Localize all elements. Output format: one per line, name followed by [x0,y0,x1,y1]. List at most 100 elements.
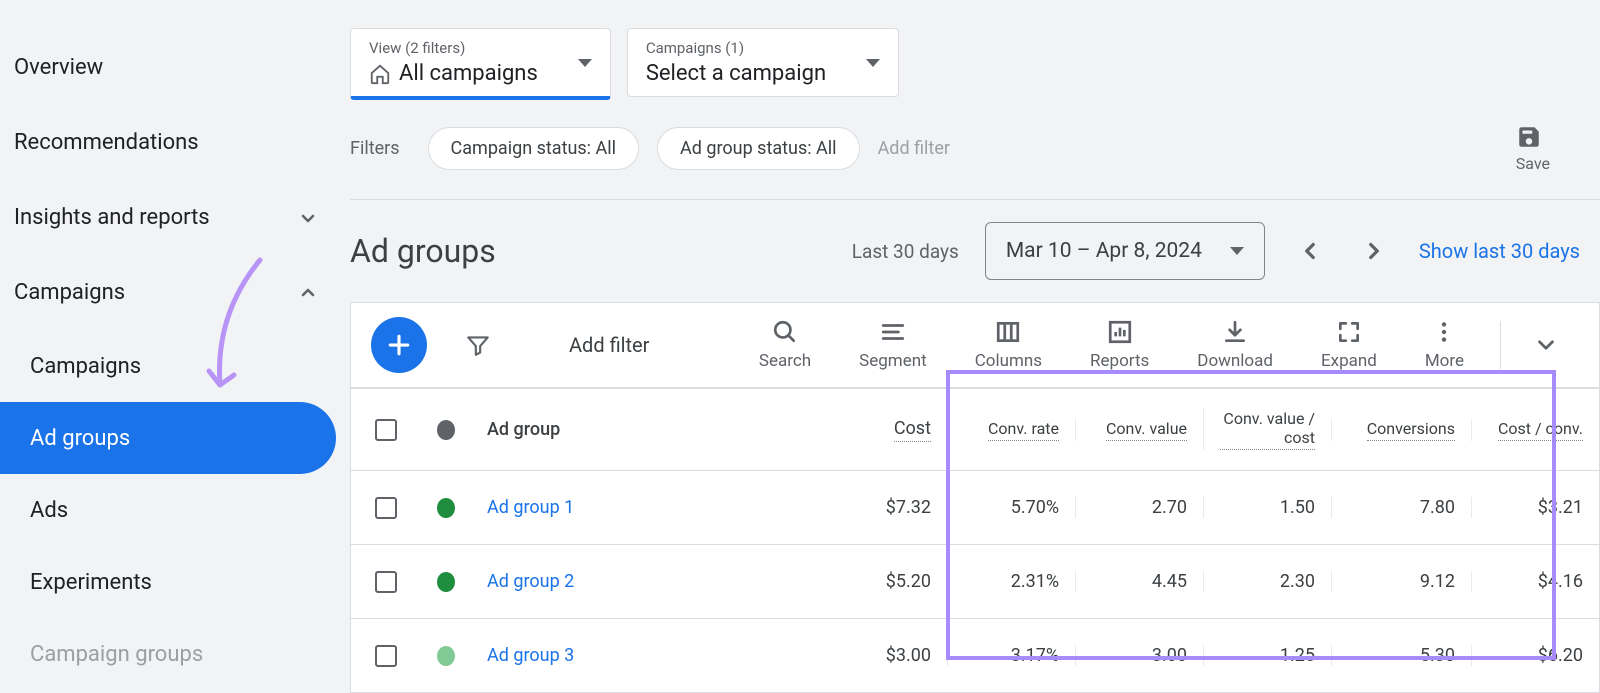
cell-conv-value-cost: 1.50 [1203,497,1331,518]
table-row: Ad group 2 $5.20 2.31% 4.45 2.30 9.12 $4… [351,544,1599,618]
date-next-button[interactable] [1355,232,1393,270]
dropdown-arrow-icon [866,59,880,67]
status-header-icon[interactable] [437,420,455,440]
more-button[interactable]: More [1401,319,1488,371]
sidebar-label: Insights and reports [14,205,210,230]
cell-conv-value: 2.70 [1075,497,1203,518]
sidebar-item-insights[interactable]: Insights and reports [0,180,340,255]
sidebar-label: Ad groups [30,426,130,451]
collapse-toolbar-button[interactable] [1513,332,1579,358]
cell-cost: $3.00 [827,645,947,666]
sidebar-label: Campaigns [14,280,125,305]
cell-conv-value-cost: 2.30 [1203,571,1331,592]
expand-button[interactable]: Expand [1297,319,1401,371]
filter-chip-campaign-status[interactable]: Campaign status: All [428,127,639,170]
add-filter-button[interactable]: Add filter [529,333,669,357]
sidebar-item-ad-groups[interactable]: Ad groups [0,402,336,474]
segment-icon [880,319,906,345]
cell-cost-conv: $3.21 [1471,497,1599,518]
col-header-conv-value[interactable]: Conv. value [1075,419,1203,441]
sidebar-label: Recommendations [14,130,199,155]
col-header-conversions[interactable]: Conversions [1331,419,1471,441]
chevron-down-icon [296,206,320,230]
dropdown-arrow-icon [578,59,592,67]
toolbar-label: Search [759,351,811,371]
filters-label: Filters [350,138,400,159]
cell-cost-conv: $4.16 [1471,571,1599,592]
plus-icon [384,330,414,360]
view-selector[interactable]: View (2 filters) All campaigns [350,28,611,100]
col-header-conv-value-cost[interactable]: Conv. value / cost [1203,409,1331,450]
add-button[interactable] [371,317,427,373]
main-content: View (2 filters) All campaigns Campaigns… [340,0,1600,680]
sidebar-label: Ads [30,498,68,523]
cell-conversions: 9.12 [1331,571,1471,592]
cell-cost: $5.20 [827,571,947,592]
adgroup-link[interactable]: Ad group 1 [471,497,827,518]
row-checkbox[interactable] [375,497,397,519]
status-dot[interactable] [437,646,455,666]
adgroup-link[interactable]: Ad group 3 [471,645,827,666]
sidebar-label: Overview [14,55,103,80]
sidebar-item-overview[interactable]: Overview [0,30,340,105]
sidebar-item-ads[interactable]: Ads [0,474,340,546]
filter-button[interactable] [437,332,519,358]
search-button[interactable]: Search [735,319,835,371]
sidebar-item-campaign-groups[interactable]: Campaign groups [0,618,340,690]
col-header-cost[interactable]: Cost [827,418,947,442]
save-label: Save [1516,154,1550,173]
status-dot[interactable] [437,498,455,518]
toolbar-label: Columns [975,351,1042,371]
cell-cost: $7.32 [827,497,947,518]
download-icon [1222,319,1248,345]
date-prev-button[interactable] [1291,232,1329,270]
sidebar-label: Campaign groups [30,642,203,667]
save-button[interactable]: Save [1516,124,1580,173]
add-filter-link[interactable]: Add filter [878,138,950,159]
table-row: Ad group 3 $3.00 3.17% 3.00 1.25 5.30 $6… [351,618,1599,692]
toolbar-label: More [1425,351,1464,371]
cell-conv-rate: 2.31% [947,571,1075,592]
campaign-selector-label: Campaigns (1) [646,39,826,57]
sidebar-label: Experiments [30,570,152,595]
sidebar: Overview Recommendations Insights and re… [0,0,340,680]
campaign-selector-value: Select a campaign [646,61,826,86]
row-checkbox[interactable] [375,571,397,593]
segment-button[interactable]: Segment [835,319,951,371]
date-range-picker[interactable]: Mar 10 – Apr 8, 2024 [985,222,1265,280]
ad-groups-table: Ad group Cost Conv. rate Conv. value Con… [350,387,1600,693]
download-button[interactable]: Download [1173,319,1297,371]
status-dot[interactable] [437,572,455,592]
toolbar-label: Segment [859,351,927,371]
select-all-checkbox[interactable] [375,419,397,441]
sidebar-item-experiments[interactable]: Experiments [0,546,340,618]
home-icon [369,63,391,85]
filter-chip-adgroup-status[interactable]: Ad group status: All [657,127,860,170]
cell-conversions: 5.30 [1331,645,1471,666]
adgroup-link[interactable]: Ad group 2 [471,571,827,592]
cell-conv-rate: 5.70% [947,497,1075,518]
sidebar-item-recommendations[interactable]: Recommendations [0,105,340,180]
campaign-selector[interactable]: Campaigns (1) Select a campaign [627,28,899,97]
reports-button[interactable]: Reports [1066,319,1173,371]
show-last-30-link[interactable]: Show last 30 days [1419,239,1580,263]
sidebar-item-campaigns-parent[interactable]: Campaigns [0,255,340,330]
col-header-cost-conv[interactable]: Cost / conv. [1471,419,1599,441]
sidebar-item-campaigns[interactable]: Campaigns [0,330,340,402]
divider [1500,321,1501,369]
search-icon [772,319,798,345]
save-icon [1516,124,1550,150]
cell-cost-conv: $6.20 [1471,645,1599,666]
col-header-adgroup[interactable]: Ad group [471,419,827,440]
table-header-row: Ad group Cost Conv. rate Conv. value Con… [351,388,1599,470]
chevron-down-icon [1533,332,1559,358]
col-header-conv-rate[interactable]: Conv. rate [947,419,1075,441]
toolbar-label: Reports [1090,351,1149,371]
cell-conv-value: 4.45 [1075,571,1203,592]
cell-conv-value: 3.00 [1075,645,1203,666]
columns-button[interactable]: Columns [951,319,1066,371]
cell-conversions: 7.80 [1331,497,1471,518]
row-checkbox[interactable] [375,645,397,667]
cell-conv-rate: 3.17% [947,645,1075,666]
table-toolbar: Add filter Search Segment Columns Report… [350,302,1600,387]
